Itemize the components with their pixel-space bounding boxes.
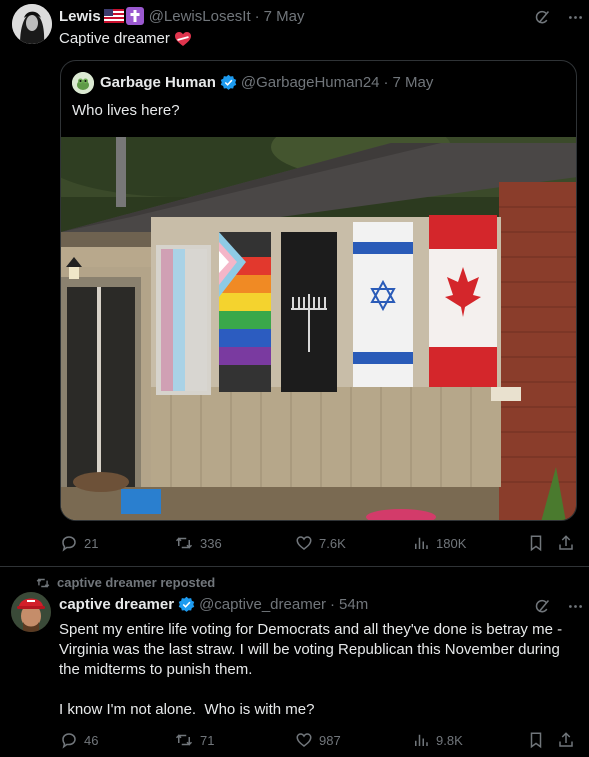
quote-time[interactable]: 7 May	[393, 74, 434, 91]
more-icon[interactable]	[567, 598, 584, 615]
bookmark-button[interactable]	[527, 534, 545, 552]
views-button[interactable]: 9.8K	[412, 731, 463, 749]
author-handle[interactable]: @LewisLosesIt	[149, 8, 251, 25]
grok-icon[interactable]	[534, 9, 551, 26]
quote-avatar[interactable]	[72, 72, 94, 94]
dot-separator: ·	[383, 74, 389, 91]
reposted-by-label: captive dreamer reposted	[57, 575, 216, 590]
share-button[interactable]	[557, 534, 575, 552]
like-button[interactable]: 7.6K	[295, 534, 346, 552]
share-icon	[559, 535, 573, 550]
repost-count: 71	[200, 732, 215, 748]
views-icon	[415, 537, 428, 549]
post-divider	[0, 566, 589, 567]
views-icon	[415, 734, 428, 746]
repost-button[interactable]: 336	[174, 534, 222, 552]
reply-count: 46	[84, 732, 99, 748]
post-header: captive dreamer @captive_dreamer · 54m	[59, 596, 368, 613]
quote-text: Who lives here?	[72, 102, 180, 119]
post-actions: 21 336 7.6K 180K	[60, 534, 577, 554]
author-name[interactable]: captive dreamer	[59, 596, 174, 613]
bookmark-button[interactable]	[527, 731, 545, 749]
repost-icon	[36, 578, 50, 587]
heart-emoji	[174, 31, 192, 47]
quoted-post[interactable]: Garbage Human @GarbageHuman24 · 7 May Wh…	[60, 60, 577, 521]
post-text: Spent my entire life voting for Democrat…	[59, 621, 563, 718]
like-button[interactable]: 987	[295, 731, 341, 749]
post-actions: 46 71 987 9.8K	[60, 731, 577, 751]
share-button[interactable]	[557, 731, 575, 749]
verified-icon	[220, 74, 237, 91]
post-lewis[interactable]: Lewis @LewisLosesIt · 7 May Captive drea…	[0, 0, 589, 566]
quote-author-handle[interactable]: @GarbageHuman24	[241, 74, 380, 91]
reply-button[interactable]: 46	[60, 731, 98, 749]
post-text-content: Captive dreamer	[59, 30, 170, 47]
author-name[interactable]: Lewis	[59, 8, 101, 25]
quote-header: Garbage Human @GarbageHuman24 · 7 May	[100, 74, 433, 91]
dot-separator: ·	[330, 596, 336, 613]
like-icon	[296, 536, 312, 550]
post-top-actions	[534, 9, 584, 26]
post-text: Captive dreamer	[59, 29, 192, 49]
quote-photo[interactable]	[61, 117, 576, 520]
repost-count: 336	[200, 535, 222, 551]
repost-icon	[175, 734, 193, 746]
reply-icon	[62, 733, 76, 749]
reply-icon	[62, 536, 76, 552]
cross-emoji	[125, 7, 144, 25]
reply-button[interactable]: 21	[60, 534, 98, 552]
like-count: 987	[319, 732, 341, 748]
grok-icon[interactable]	[534, 598, 551, 615]
bookmark-icon	[530, 535, 542, 552]
author-handle[interactable]: @captive_dreamer	[199, 596, 326, 613]
more-icon[interactable]	[567, 9, 584, 26]
repost-button[interactable]: 71	[174, 731, 214, 749]
post-top-actions	[534, 598, 584, 615]
view-count: 180K	[436, 535, 467, 551]
repost-indicator[interactable]: captive dreamer reposted	[35, 575, 215, 590]
post-time[interactable]: 54m	[339, 596, 368, 613]
like-count: 7.6K	[319, 535, 346, 551]
repost-icon	[175, 537, 193, 549]
us-flag-emoji	[103, 9, 124, 23]
post-header: Lewis @LewisLosesIt · 7 May	[59, 7, 305, 25]
dot-separator: ·	[254, 7, 260, 25]
verified-icon	[178, 596, 195, 613]
share-icon	[559, 732, 573, 747]
like-icon	[296, 733, 312, 747]
post-time[interactable]: 7 May	[264, 8, 305, 25]
bookmark-icon	[530, 732, 542, 749]
view-count: 9.8K	[436, 732, 463, 748]
reply-count: 21	[84, 535, 99, 551]
avatar-captive-dreamer[interactable]	[11, 592, 51, 632]
avatar-lewis[interactable]	[12, 4, 52, 44]
views-button[interactable]: 180K	[412, 534, 466, 552]
quote-author-name[interactable]: Garbage Human	[100, 74, 216, 91]
